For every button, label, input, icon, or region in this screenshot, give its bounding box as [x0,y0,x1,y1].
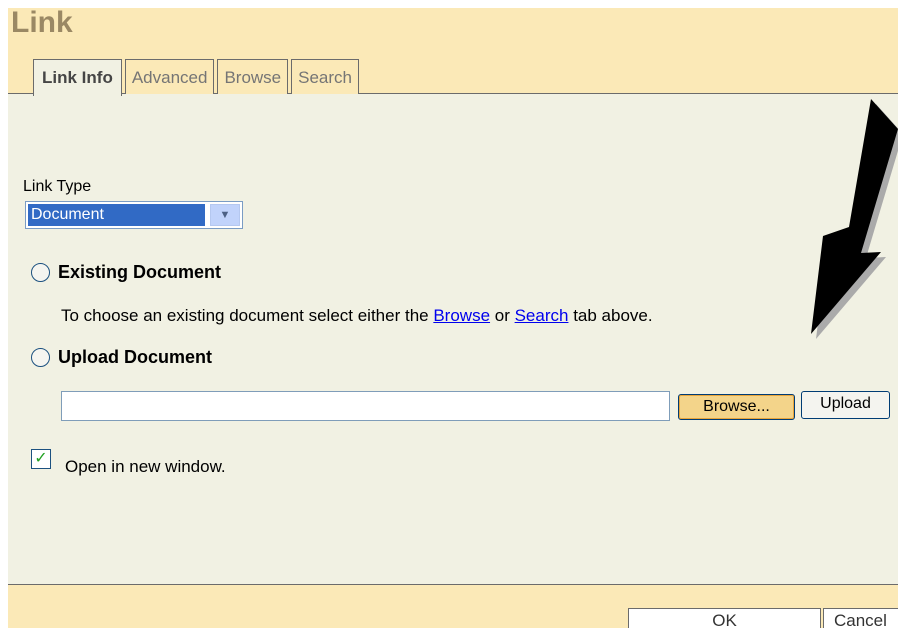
upload-button[interactable]: Upload [801,391,890,419]
existing-document-radio[interactable] [31,263,50,282]
description-text-end: tab above. [568,306,653,325]
link-type-label: Link Type [23,178,92,195]
upload-document-label: Upload Document [58,347,213,367]
tab-bar: Link Info Advanced Browse Search [33,59,362,96]
link-dialog: Link Link Info Advanced Browse Search Li… [8,8,898,628]
tab-search[interactable]: Search [291,59,360,94]
link-type-selected-value: Document [28,204,205,226]
description-text-start: To choose an existing document select ei… [61,306,434,325]
dialog-header: Link Link Info Advanced Browse Search [8,8,898,96]
description-text-or: or [490,306,515,325]
existing-document-label: Existing Document [58,262,222,282]
link-type-select[interactable]: Document ▼ [25,201,243,229]
upload-document-radio[interactable] [31,348,50,367]
dialog-title: Link [11,8,73,39]
browse-tab-link[interactable]: Browse [433,306,490,325]
upload-document-option[interactable]: Upload Document [31,347,212,368]
ok-button[interactable]: OK [628,608,821,628]
open-new-window-label: Open in new window. [65,457,226,476]
tab-browse[interactable]: Browse [217,59,289,94]
existing-document-option[interactable]: Existing Document [31,262,221,283]
chevron-down-icon[interactable]: ▼ [210,204,240,226]
dialog-footer: OK Cancel [8,584,898,628]
tab-advanced[interactable]: Advanced [124,59,215,94]
cancel-button[interactable]: Cancel [823,608,898,628]
existing-document-description: To choose an existing document select ei… [61,306,653,326]
browse-file-button[interactable]: Browse... [678,394,795,420]
tab-link-info[interactable]: Link Info [33,59,122,96]
open-new-window-checkbox[interactable]: ✓ [31,449,51,469]
search-tab-link[interactable]: Search [515,306,569,325]
upload-file-input[interactable] [61,391,670,421]
